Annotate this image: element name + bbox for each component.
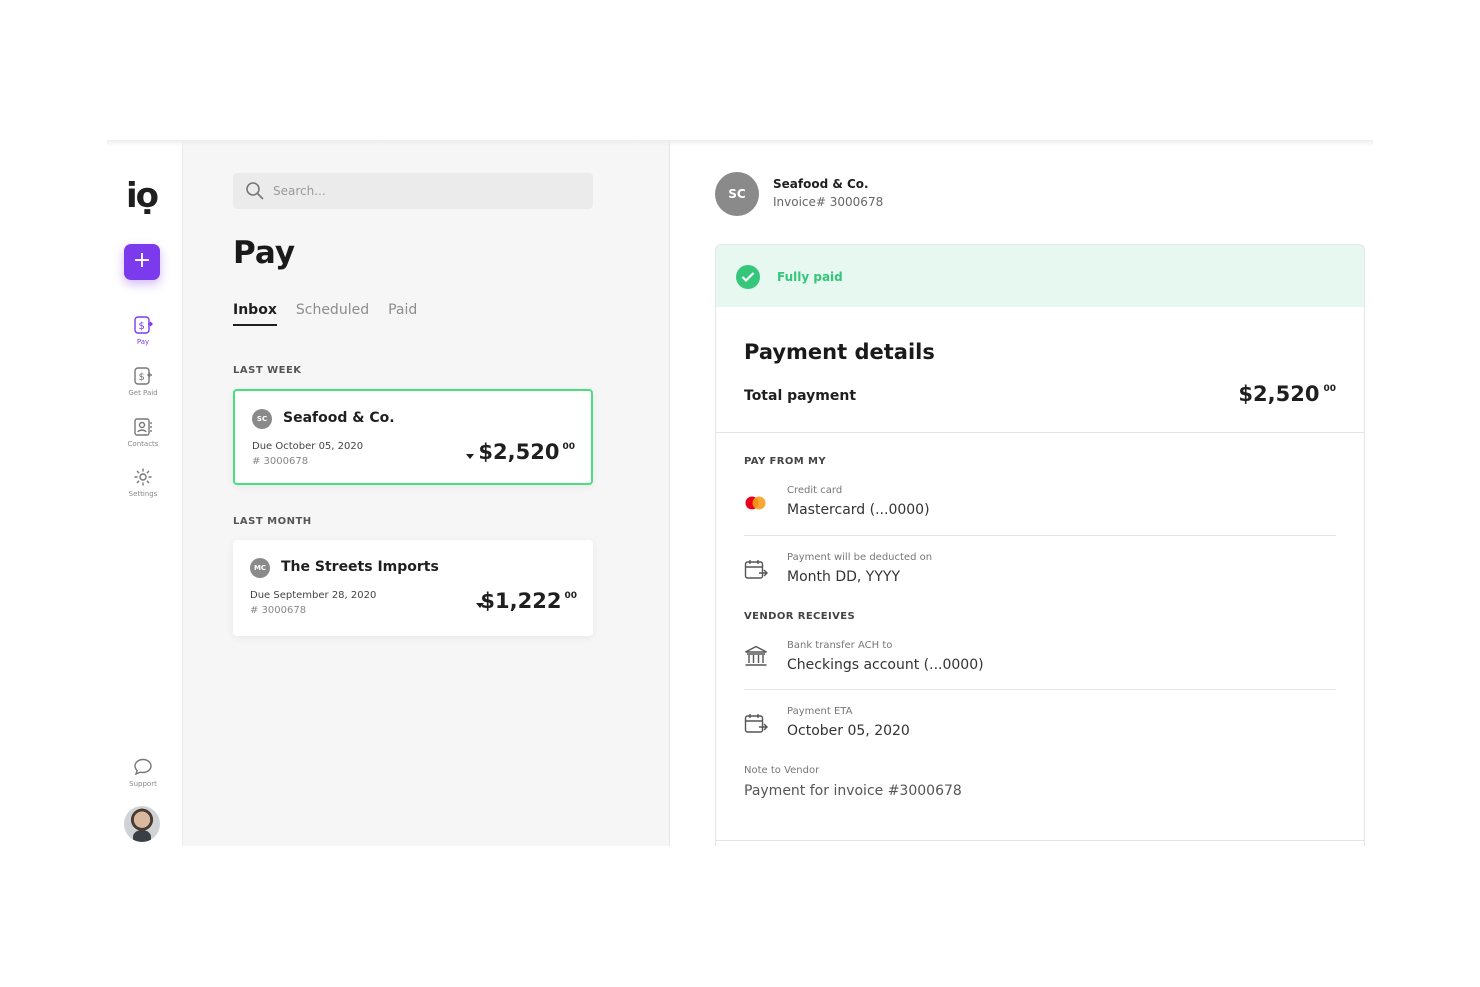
user-avatar[interactable] bbox=[124, 806, 160, 842]
get-paid-icon: $ bbox=[134, 367, 152, 385]
sidebar-item-settings[interactable]: Settings bbox=[115, 467, 171, 498]
section-title: Payment details bbox=[744, 340, 935, 364]
svg-text:$: $ bbox=[139, 321, 145, 332]
due-date: Due October 05, 2020 bbox=[252, 441, 364, 452]
gear-icon bbox=[134, 468, 152, 486]
calendar-arrow-icon bbox=[744, 559, 768, 585]
sidebar-item-label: Support bbox=[129, 780, 157, 788]
invoice-card[interactable]: MC The Streets Imports Due September 28,… bbox=[233, 540, 593, 636]
tab-bar: Inbox Scheduled Paid bbox=[233, 302, 417, 326]
note-label: Note to Vendor bbox=[744, 765, 820, 776]
search-icon bbox=[246, 182, 264, 200]
page-title: Pay bbox=[233, 235, 296, 271]
credit-card-value[interactable]: Mastercard (...0000) bbox=[787, 502, 930, 518]
invoice-number: # 3000678 bbox=[250, 605, 307, 616]
eta-label: Payment ETA bbox=[787, 706, 853, 717]
payment-details-card: Fully paid Payment details Total payment… bbox=[715, 244, 1365, 846]
invoice-amount: $1,222 00 bbox=[480, 589, 577, 613]
bank-icon bbox=[744, 645, 768, 671]
amount-cents: 00 bbox=[1323, 384, 1336, 394]
vendor-badge: MC bbox=[250, 558, 270, 578]
search-input[interactable] bbox=[273, 173, 573, 209]
credit-card-label: Credit card bbox=[787, 485, 843, 496]
pay-from-label: PAY FROM MY bbox=[744, 456, 826, 467]
amount-value: $2,520 bbox=[1238, 382, 1320, 406]
invoice-card[interactable]: SC Seafood & Co. Due October 05, 2020 # … bbox=[233, 389, 593, 485]
tab-inbox[interactable]: Inbox bbox=[233, 302, 277, 326]
sidebar-item-get-paid[interactable]: $ Get Paid bbox=[115, 366, 171, 397]
total-amount: $2,520 00 bbox=[1238, 382, 1336, 406]
invoice-number: Invoice# 3000678 bbox=[773, 195, 884, 209]
app-window: iọ + $ Pay $ Get Paid Contacts Settings … bbox=[107, 140, 1373, 846]
divider bbox=[716, 432, 1364, 433]
sidebar-item-label: Settings bbox=[128, 490, 158, 498]
status-text: Fully paid bbox=[777, 270, 843, 284]
vendor-name: Seafood & Co. bbox=[773, 177, 869, 191]
eta-value: October 05, 2020 bbox=[787, 723, 910, 739]
divider bbox=[744, 535, 1336, 536]
chat-bubble-icon bbox=[134, 758, 152, 776]
sidebar-item-pay[interactable]: $ Pay bbox=[115, 315, 171, 346]
deducted-value[interactable]: Month DD, YYYY bbox=[787, 569, 900, 585]
vendor-name: Seafood & Co. bbox=[283, 410, 395, 426]
add-button[interactable]: + bbox=[124, 244, 160, 280]
amount-value: $1,222 bbox=[480, 589, 562, 613]
note-value[interactable]: Payment for invoice #3000678 bbox=[744, 783, 962, 799]
divider bbox=[716, 840, 1364, 841]
vendor-receives-label: VENDOR RECEIVES bbox=[744, 611, 856, 622]
tab-scheduled[interactable]: Scheduled bbox=[296, 302, 369, 326]
total-label: Total payment bbox=[744, 388, 857, 404]
section-label: LAST MONTH bbox=[233, 516, 312, 527]
status-banner: Fully paid bbox=[716, 245, 1364, 307]
mastercard-icon bbox=[744, 495, 768, 515]
amount-value: $2,520 bbox=[478, 440, 560, 464]
sidebar-item-label: Get Paid bbox=[128, 389, 158, 397]
sidebar-item-label: Contacts bbox=[127, 440, 159, 448]
tab-paid[interactable]: Paid bbox=[388, 302, 417, 326]
amount-cents: 00 bbox=[564, 591, 577, 601]
search-bar[interactable] bbox=[233, 173, 593, 209]
app-logo: iọ bbox=[126, 176, 159, 216]
bank-label: Bank transfer ACH to bbox=[787, 640, 893, 651]
due-date: Due September 28, 2020 bbox=[250, 590, 377, 601]
sidebar-item-label: Pay bbox=[136, 338, 150, 346]
vendor-badge: SC bbox=[252, 409, 272, 429]
vendor-avatar: SC bbox=[715, 172, 759, 216]
caret-down-icon bbox=[466, 454, 474, 459]
sidebar-item-support[interactable]: Support bbox=[115, 757, 171, 788]
invoice-amount: $2,520 00 bbox=[478, 440, 575, 464]
section-label: LAST WEEK bbox=[233, 365, 302, 376]
invoice-list-panel: Pay Inbox Scheduled Paid LAST WEEK SC Se… bbox=[183, 140, 670, 846]
calendar-arrow-icon bbox=[744, 713, 768, 739]
contacts-icon bbox=[134, 418, 152, 436]
deducted-label: Payment will be deducted on bbox=[787, 552, 933, 563]
pay-icon: $ bbox=[134, 316, 153, 334]
bank-value[interactable]: Checkings account (...0000) bbox=[787, 657, 984, 673]
svg-text:$: $ bbox=[139, 372, 145, 383]
payment-detail-panel: SC Seafood & Co. Invoice# 3000678 Fully … bbox=[670, 140, 1373, 846]
invoice-number: # 3000678 bbox=[252, 456, 309, 467]
vendor-name: The Streets Imports bbox=[281, 559, 439, 575]
check-circle-icon bbox=[736, 265, 760, 289]
amount-cents: 00 bbox=[562, 442, 575, 452]
divider bbox=[744, 689, 1336, 690]
sidebar-item-contacts[interactable]: Contacts bbox=[115, 417, 171, 448]
sidebar: iọ + $ Pay $ Get Paid Contacts Settings … bbox=[107, 140, 183, 846]
